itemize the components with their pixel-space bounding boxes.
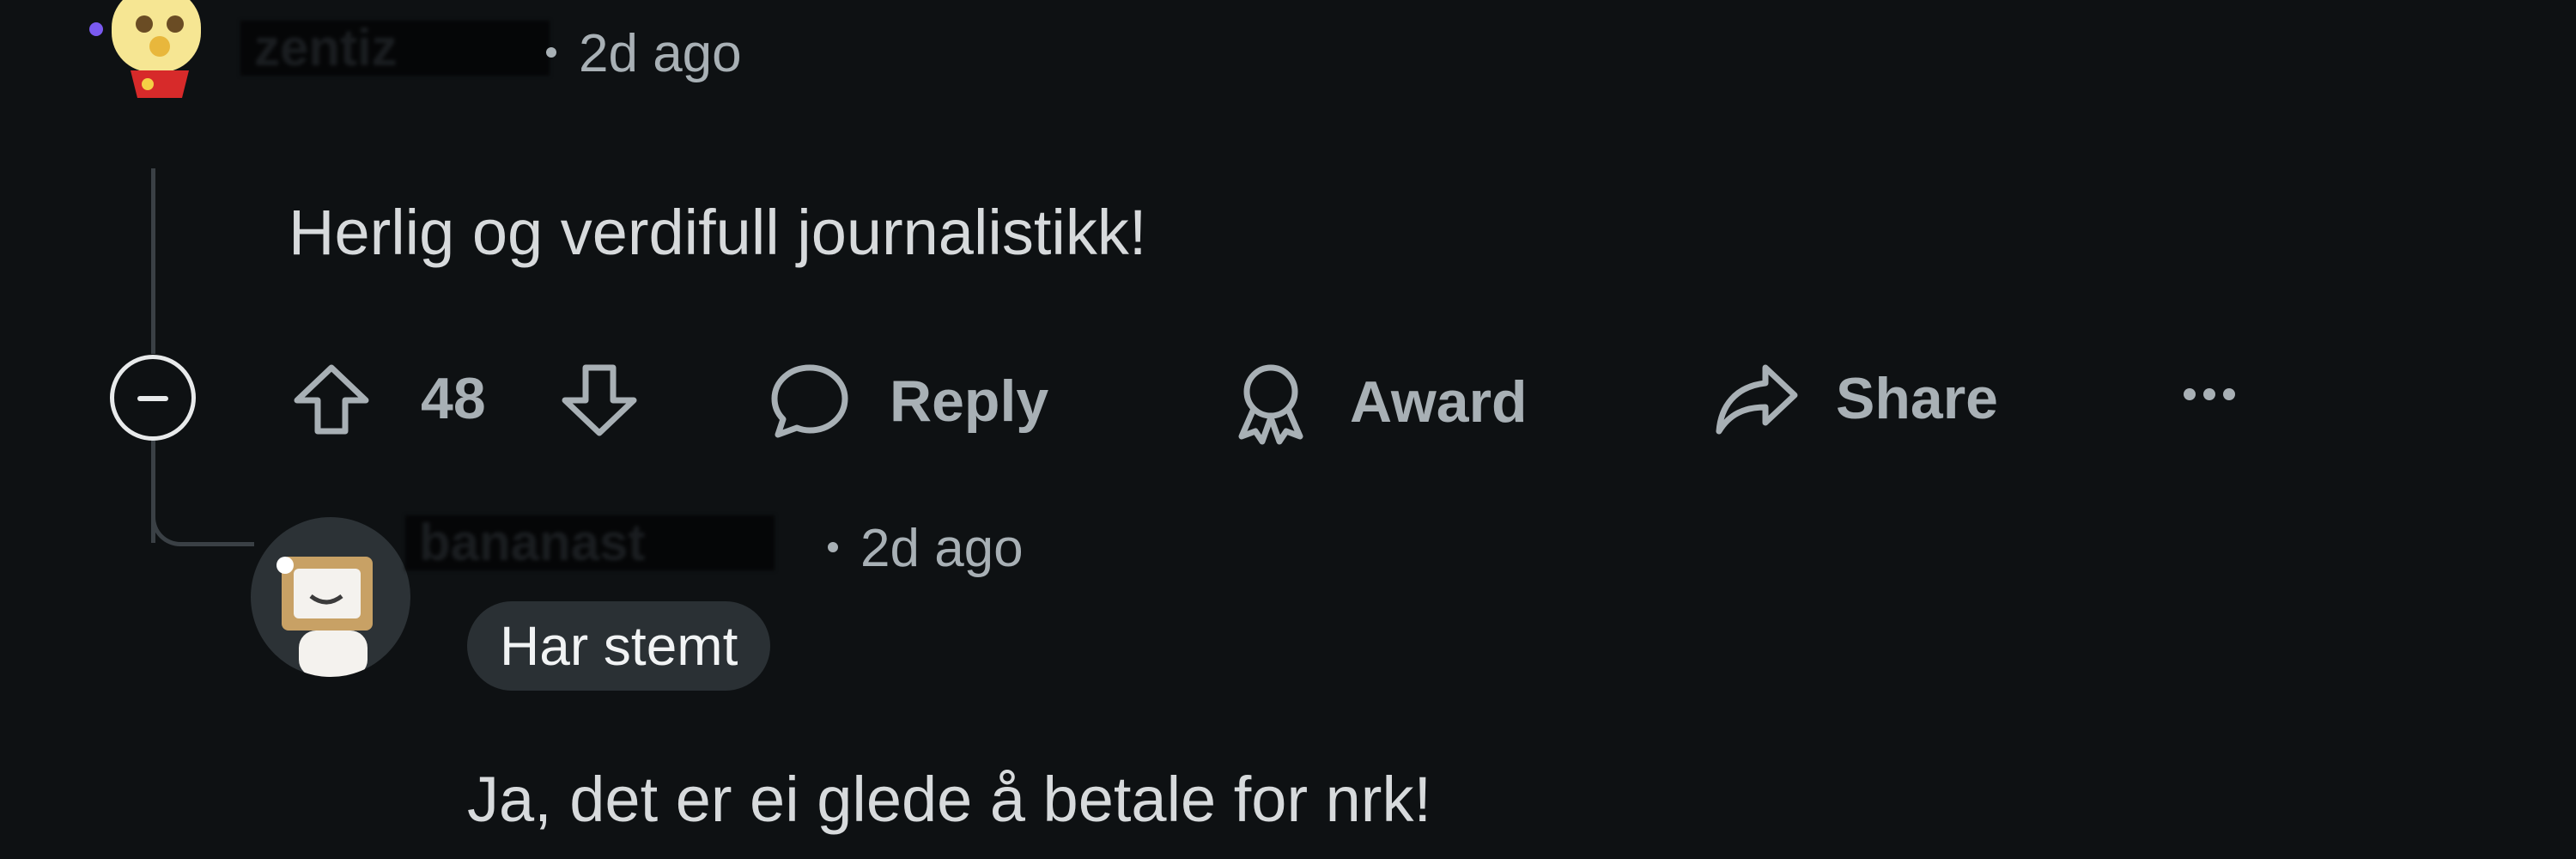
arrow-up-icon [294,364,369,435]
ellipsis-icon [2184,388,2235,400]
collapse-thread-button[interactable] [110,355,196,441]
share-label: Share [1836,366,1998,431]
time-ago: 2d ago [579,24,742,83]
time-ago: 2d ago [860,519,1024,578]
share-arrow-icon [1716,364,1798,435]
reply-avatar[interactable] [251,517,410,677]
share-button[interactable]: Share [1712,359,1998,438]
more-options-button[interactable] [2179,381,2239,411]
vote-count: 48 [421,366,486,431]
thread-line-top [151,168,155,354]
upvote-button[interactable] [289,361,374,442]
award-label: Award [1350,369,1528,435]
avatar[interactable] [79,0,225,124]
reply-username[interactable]: bananast [405,515,775,570]
comment-timestamp: 2d ago [546,27,742,81]
award-button[interactable]: Award [1230,359,1528,445]
reply-timestamp: 2d ago [828,522,1024,576]
separator-dot [546,46,556,58]
reply-body: Ja, det er ei glede å betale for nrk! [467,764,1432,835]
speech-bubble-icon [771,364,848,438]
comment-body: Herlig og verdifull journalistikk! [289,197,1147,268]
username[interactable]: zentiz [240,21,550,76]
arrow-down-icon [562,364,637,436]
user-flair-badge: Har stemt [467,601,771,691]
separator-dot [828,541,838,552]
award-ribbon-icon [1238,364,1303,445]
thread-line-branch [151,515,254,546]
downvote-button[interactable] [556,361,642,442]
reply-label: Reply [890,369,1049,434]
reply-button[interactable]: Reply [766,359,1048,443]
vote-score: 48 [421,369,486,428]
